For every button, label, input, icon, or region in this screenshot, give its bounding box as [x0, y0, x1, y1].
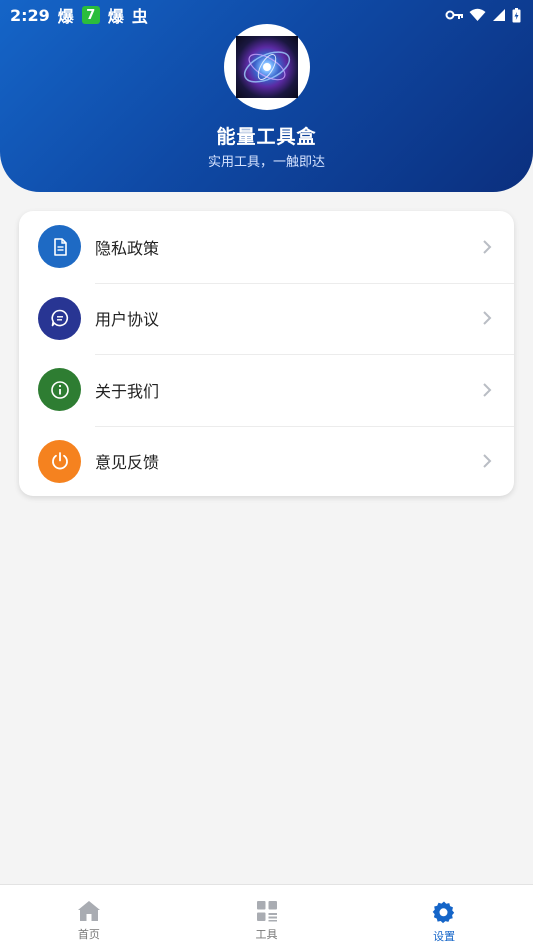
profile-header: 2:29 爆 7 爆 虫 能量工具盒 实用工具，一触即达 [0, 0, 533, 192]
app-logo [236, 36, 298, 98]
vpn-key-icon [445, 10, 463, 20]
tab-tools[interactable]: 工具 [178, 885, 356, 948]
app-slogan: 实用工具，一触即达 [207, 155, 325, 170]
menu-item-label: 用户协议 [95, 310, 160, 330]
menu-item-label: 关于我们 [95, 381, 160, 401]
notification-icon-2: 爆 [107, 7, 124, 26]
chevron-right-icon [483, 240, 492, 254]
tab-label: 工具 [255, 928, 278, 941]
bottom-tab-bar: 首页 工具 设置 [0, 884, 533, 948]
settings-menu: 隐私政策 用户协议 关于我们 意见反馈 [19, 211, 514, 496]
menu-item-user-agreement[interactable]: 用户协议 [19, 282, 514, 355]
notification-icon-1: 爆 [57, 7, 74, 26]
chevron-right-icon [483, 311, 492, 325]
tab-label: 设置 [433, 930, 456, 943]
grid-icon [256, 901, 277, 922]
chevron-right-icon [483, 454, 492, 468]
wifi-icon [469, 8, 486, 21]
avatar [224, 24, 310, 110]
status-time: 2:29 [10, 5, 50, 25]
info-icon [38, 368, 81, 412]
menu-item-label: 意见反馈 [95, 453, 160, 473]
menu-item-about-us[interactable]: 关于我们 [19, 354, 514, 426]
gear-icon [432, 901, 455, 924]
document-icon [38, 225, 81, 269]
notification-icon-3: 虫 [131, 7, 148, 26]
chat-icon [38, 296, 81, 340]
tab-home[interactable]: 首页 [0, 885, 178, 948]
menu-item-feedback[interactable]: 意见反馈 [19, 425, 514, 498]
battery-icon [512, 7, 521, 22]
chevron-right-icon [483, 383, 492, 397]
power-icon [38, 439, 81, 483]
app-name: 能量工具盒 [216, 126, 317, 148]
menu-item-privacy-policy[interactable]: 隐私政策 [19, 211, 514, 283]
tab-settings[interactable]: 设置 [355, 885, 533, 948]
home-icon [77, 901, 100, 921]
notification-badge-icon: 7 [81, 6, 100, 24]
tab-label: 首页 [77, 928, 100, 941]
signal-icon [493, 9, 505, 21]
menu-item-label: 隐私政策 [95, 238, 160, 258]
